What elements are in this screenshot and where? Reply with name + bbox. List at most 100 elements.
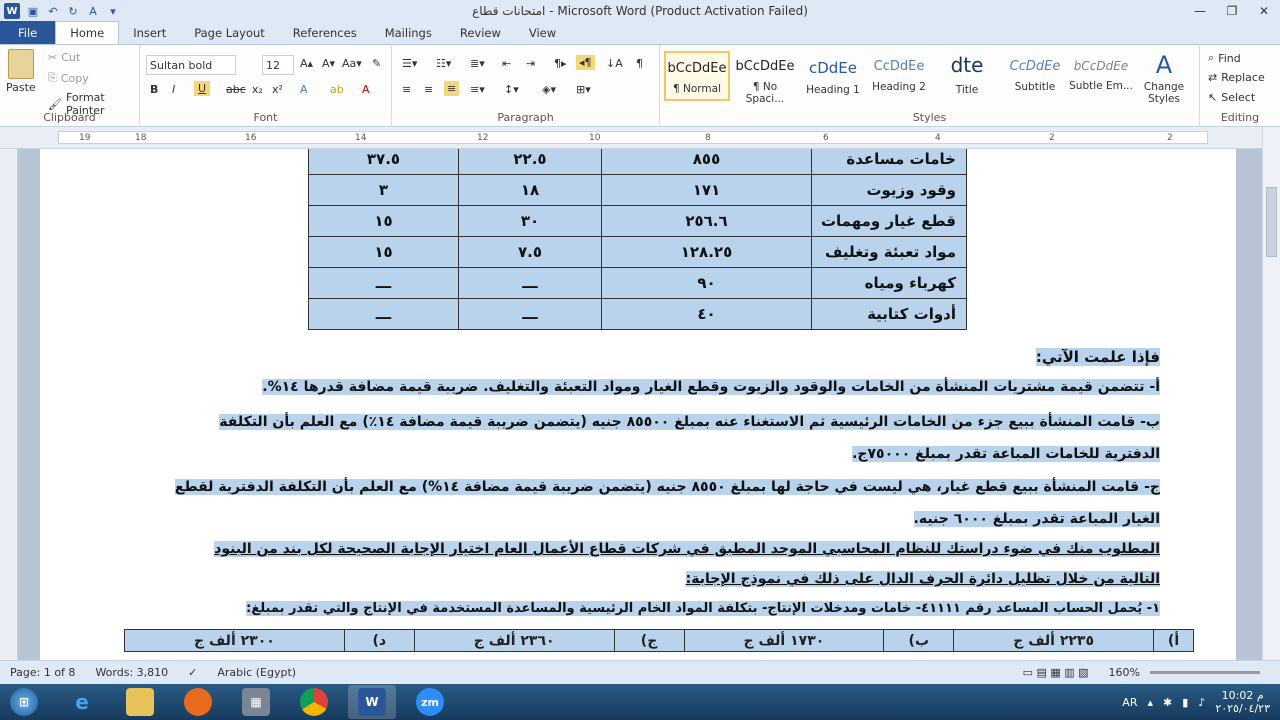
restore-button[interactable]: ❐ xyxy=(1216,0,1248,22)
language-indicator[interactable]: Arabic (Egypt) xyxy=(207,666,306,679)
tab-mailings[interactable]: Mailings xyxy=(371,21,446,44)
scrollbar-thumb[interactable] xyxy=(1266,187,1277,257)
multilevel-list-icon[interactable]: ≣▾ xyxy=(470,57,485,70)
grow-font-icon[interactable]: A▴ xyxy=(300,57,313,70)
numbering-icon[interactable]: ☷▾ xyxy=(436,57,451,70)
bullets-icon[interactable]: ☰▾ xyxy=(402,57,417,70)
zoom-slider[interactable] xyxy=(1150,671,1260,674)
save-icon[interactable]: ▣ xyxy=(26,4,40,18)
taskbar-word[interactable]: W xyxy=(348,685,396,719)
input-language[interactable]: AR xyxy=(1122,696,1137,709)
taskbar-ie[interactable]: e xyxy=(58,685,106,719)
volume-icon[interactable]: ♪ xyxy=(1198,696,1205,709)
ribbon-tabs: File Home Insert Page Layout References … xyxy=(0,21,1280,45)
tab-insert[interactable]: Insert xyxy=(119,21,180,44)
change-case-icon[interactable]: Aa▾ xyxy=(342,57,362,70)
select-button[interactable]: ↖ Select xyxy=(1208,91,1255,104)
line-spacing-icon[interactable]: ↕▾ xyxy=(504,83,519,96)
zoom-level[interactable]: 160% xyxy=(1099,666,1150,679)
cut-icon: ✂ xyxy=(48,51,58,64)
font-size-select[interactable]: 12 xyxy=(262,55,294,75)
change-styles-button[interactable]: A Change Styles xyxy=(1136,51,1192,105)
proofing-icon[interactable]: ✓ xyxy=(178,666,207,679)
rtl-icon[interactable]: ◂¶ xyxy=(576,55,595,70)
view-buttons[interactable]: ▭ ▤ ▦ ▥ ▧ xyxy=(1013,666,1099,679)
taskbar-chrome[interactable] xyxy=(290,685,338,719)
table-row: خامات مساعدة ٨٥٥ ٢٢.٥ ٣٧.٥ xyxy=(308,149,967,175)
undo-icon[interactable]: ↶ xyxy=(46,4,60,18)
ruler-number: 10 xyxy=(589,133,601,143)
start-button[interactable]: ⊞ xyxy=(0,685,48,719)
style-heading-1[interactable]: cDdEe Heading 1 xyxy=(800,51,866,101)
justify-icon[interactable]: ≡▾ xyxy=(470,83,485,96)
table-cell: ٢٢٣٥ ألف ج xyxy=(953,629,1155,652)
style-subtle-emphasis[interactable]: bCcDdEe Subtle Em... xyxy=(1068,51,1134,101)
style-subtitle[interactable]: CcDdEe Subtitle xyxy=(1002,51,1068,101)
document-page[interactable]: خامات مساعدة ٨٥٥ ٢٢.٥ ٣٧.٥ وقود وزيوت ١٧١ ١٨ ٣… xyxy=(40,149,1236,660)
clock-date: ٢٠٢٥/٠٤/٢٣ xyxy=(1215,702,1270,715)
highlight-icon[interactable]: ab xyxy=(330,83,344,96)
style-name: Heading 1 xyxy=(806,84,860,96)
style-name: Subtitle xyxy=(1014,81,1056,93)
copy-button[interactable]: ⎘ Copy xyxy=(48,71,89,85)
close-button[interactable]: ✕ xyxy=(1248,0,1280,22)
bold-icon[interactable]: B xyxy=(150,83,158,96)
cut-button[interactable]: ✂ Cut xyxy=(48,51,80,64)
tab-page-layout[interactable]: Page Layout xyxy=(180,21,279,44)
redo-icon[interactable]: ↻ xyxy=(66,4,80,18)
minimize-button[interactable]: — xyxy=(1184,0,1216,22)
italic-icon[interactable]: I xyxy=(172,83,175,96)
align-right-icon[interactable]: ≡ xyxy=(444,81,460,96)
page-count[interactable]: Page: 1 of 8 xyxy=(0,666,85,679)
clock[interactable]: 10:02 م ٢٠٢٥/٠٤/٢٣ xyxy=(1215,689,1270,715)
word-app-icon[interactable]: W xyxy=(4,3,20,19)
shading-icon[interactable]: ◈▾ xyxy=(542,83,556,96)
increase-indent-icon[interactable]: ⇥ xyxy=(526,57,535,70)
taskbar-zoom[interactable]: zm xyxy=(406,685,454,719)
tab-file[interactable]: File xyxy=(0,21,56,44)
bluetooth-icon[interactable]: ✱ xyxy=(1163,696,1172,709)
style-heading-2[interactable]: CcDdEe Heading 2 xyxy=(866,51,932,101)
style-title[interactable]: dte Title xyxy=(934,51,1000,101)
tab-home[interactable]: Home xyxy=(55,21,120,44)
taskbar-explorer[interactable] xyxy=(116,685,164,719)
borders-icon[interactable]: ⊞▾ xyxy=(576,83,591,96)
taskbar-firefox[interactable] xyxy=(174,685,222,719)
tab-view[interactable]: View xyxy=(515,21,570,44)
shrink-font-icon[interactable]: A▾ xyxy=(322,57,335,70)
vertical-ruler[interactable] xyxy=(0,149,18,660)
show-marks-icon[interactable]: ¶ xyxy=(636,57,643,70)
clear-formatting-icon[interactable]: ✎ xyxy=(372,57,381,70)
vertical-scrollbar[interactable] xyxy=(1262,127,1280,660)
tab-references[interactable]: References xyxy=(279,21,371,44)
font-name-select[interactable]: Sultan bold xyxy=(146,55,236,75)
text-effects-icon[interactable]: A xyxy=(300,83,308,96)
table-row: أدوات كتابية ٤٠ ـــ ـــ xyxy=(308,298,967,330)
paste-button[interactable]: Paste xyxy=(6,49,36,94)
style-no-spacing[interactable]: bCcDdEe ¶ No Spaci... xyxy=(732,51,798,105)
subscript-icon[interactable]: x₂ xyxy=(252,83,263,96)
font-color-icon[interactable]: A xyxy=(86,4,100,18)
font-color-button-icon[interactable]: A xyxy=(362,83,370,96)
underline-icon[interactable]: U xyxy=(194,81,211,96)
customize-qat-icon[interactable]: ▾ xyxy=(106,4,120,18)
show-hidden-icons-icon[interactable]: ▴ xyxy=(1147,696,1153,709)
strikethrough-icon[interactable]: abc xyxy=(226,83,246,96)
taskbar-calculator[interactable]: ▦ xyxy=(232,685,280,719)
table-row: وقود وزيوت ١٧١ ١٨ ٣ xyxy=(308,174,967,206)
table-cell: ٩٠ xyxy=(601,267,812,299)
align-left-icon[interactable]: ≡ xyxy=(402,83,411,96)
tab-review[interactable]: Review xyxy=(446,21,515,44)
replace-button[interactable]: ⇄ Replace xyxy=(1208,71,1265,84)
align-center-icon[interactable]: ≡ xyxy=(424,83,433,96)
superscript-icon[interactable]: x² xyxy=(272,83,283,96)
table-cell: أ) xyxy=(1153,629,1194,652)
network-icon[interactable]: ▮ xyxy=(1182,696,1188,709)
style-normal[interactable]: bCcDdEe ¶ Normal xyxy=(664,51,730,101)
find-button[interactable]: ⌕ Find xyxy=(1208,51,1241,65)
word-count[interactable]: Words: 3,810 xyxy=(85,666,178,679)
horizontal-ruler[interactable]: 19 18 16 14 12 10 8 6 4 2 2 xyxy=(0,127,1280,149)
decrease-indent-icon[interactable]: ⇤ xyxy=(502,57,511,70)
sort-icon[interactable]: ↓A xyxy=(606,57,623,70)
ltr-icon[interactable]: ¶▸ xyxy=(554,57,567,70)
